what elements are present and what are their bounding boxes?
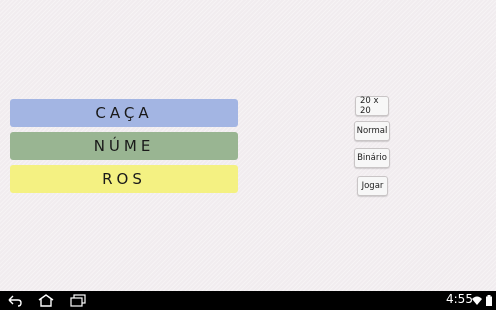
battery-icon: [486, 295, 492, 306]
recent-apps-icon[interactable]: [70, 294, 86, 307]
grid-size-button[interactable]: 20 x 20: [355, 96, 389, 116]
title-bar-ros: ROS: [10, 165, 238, 193]
app-screen: CAÇA NÚME ROS 20 x 20 Normal Binário Jog…: [0, 0, 496, 291]
clock-text: 4:55: [446, 292, 473, 306]
play-button[interactable]: Jogar: [357, 176, 388, 196]
difficulty-button[interactable]: Normal: [354, 121, 390, 141]
system-navigation-bar: 4:55: [0, 291, 496, 310]
mode-button[interactable]: Binário: [354, 148, 390, 168]
back-icon[interactable]: [8, 294, 22, 307]
home-icon[interactable]: [38, 294, 54, 307]
title-text-1: CAÇA: [95, 104, 153, 122]
title-bar-nume: NÚME: [10, 132, 238, 160]
title-text-2: NÚME: [93, 137, 155, 155]
title-bar-caca: CAÇA: [10, 99, 238, 127]
wifi-icon: [472, 296, 482, 305]
title-text-3: ROS: [102, 170, 146, 188]
